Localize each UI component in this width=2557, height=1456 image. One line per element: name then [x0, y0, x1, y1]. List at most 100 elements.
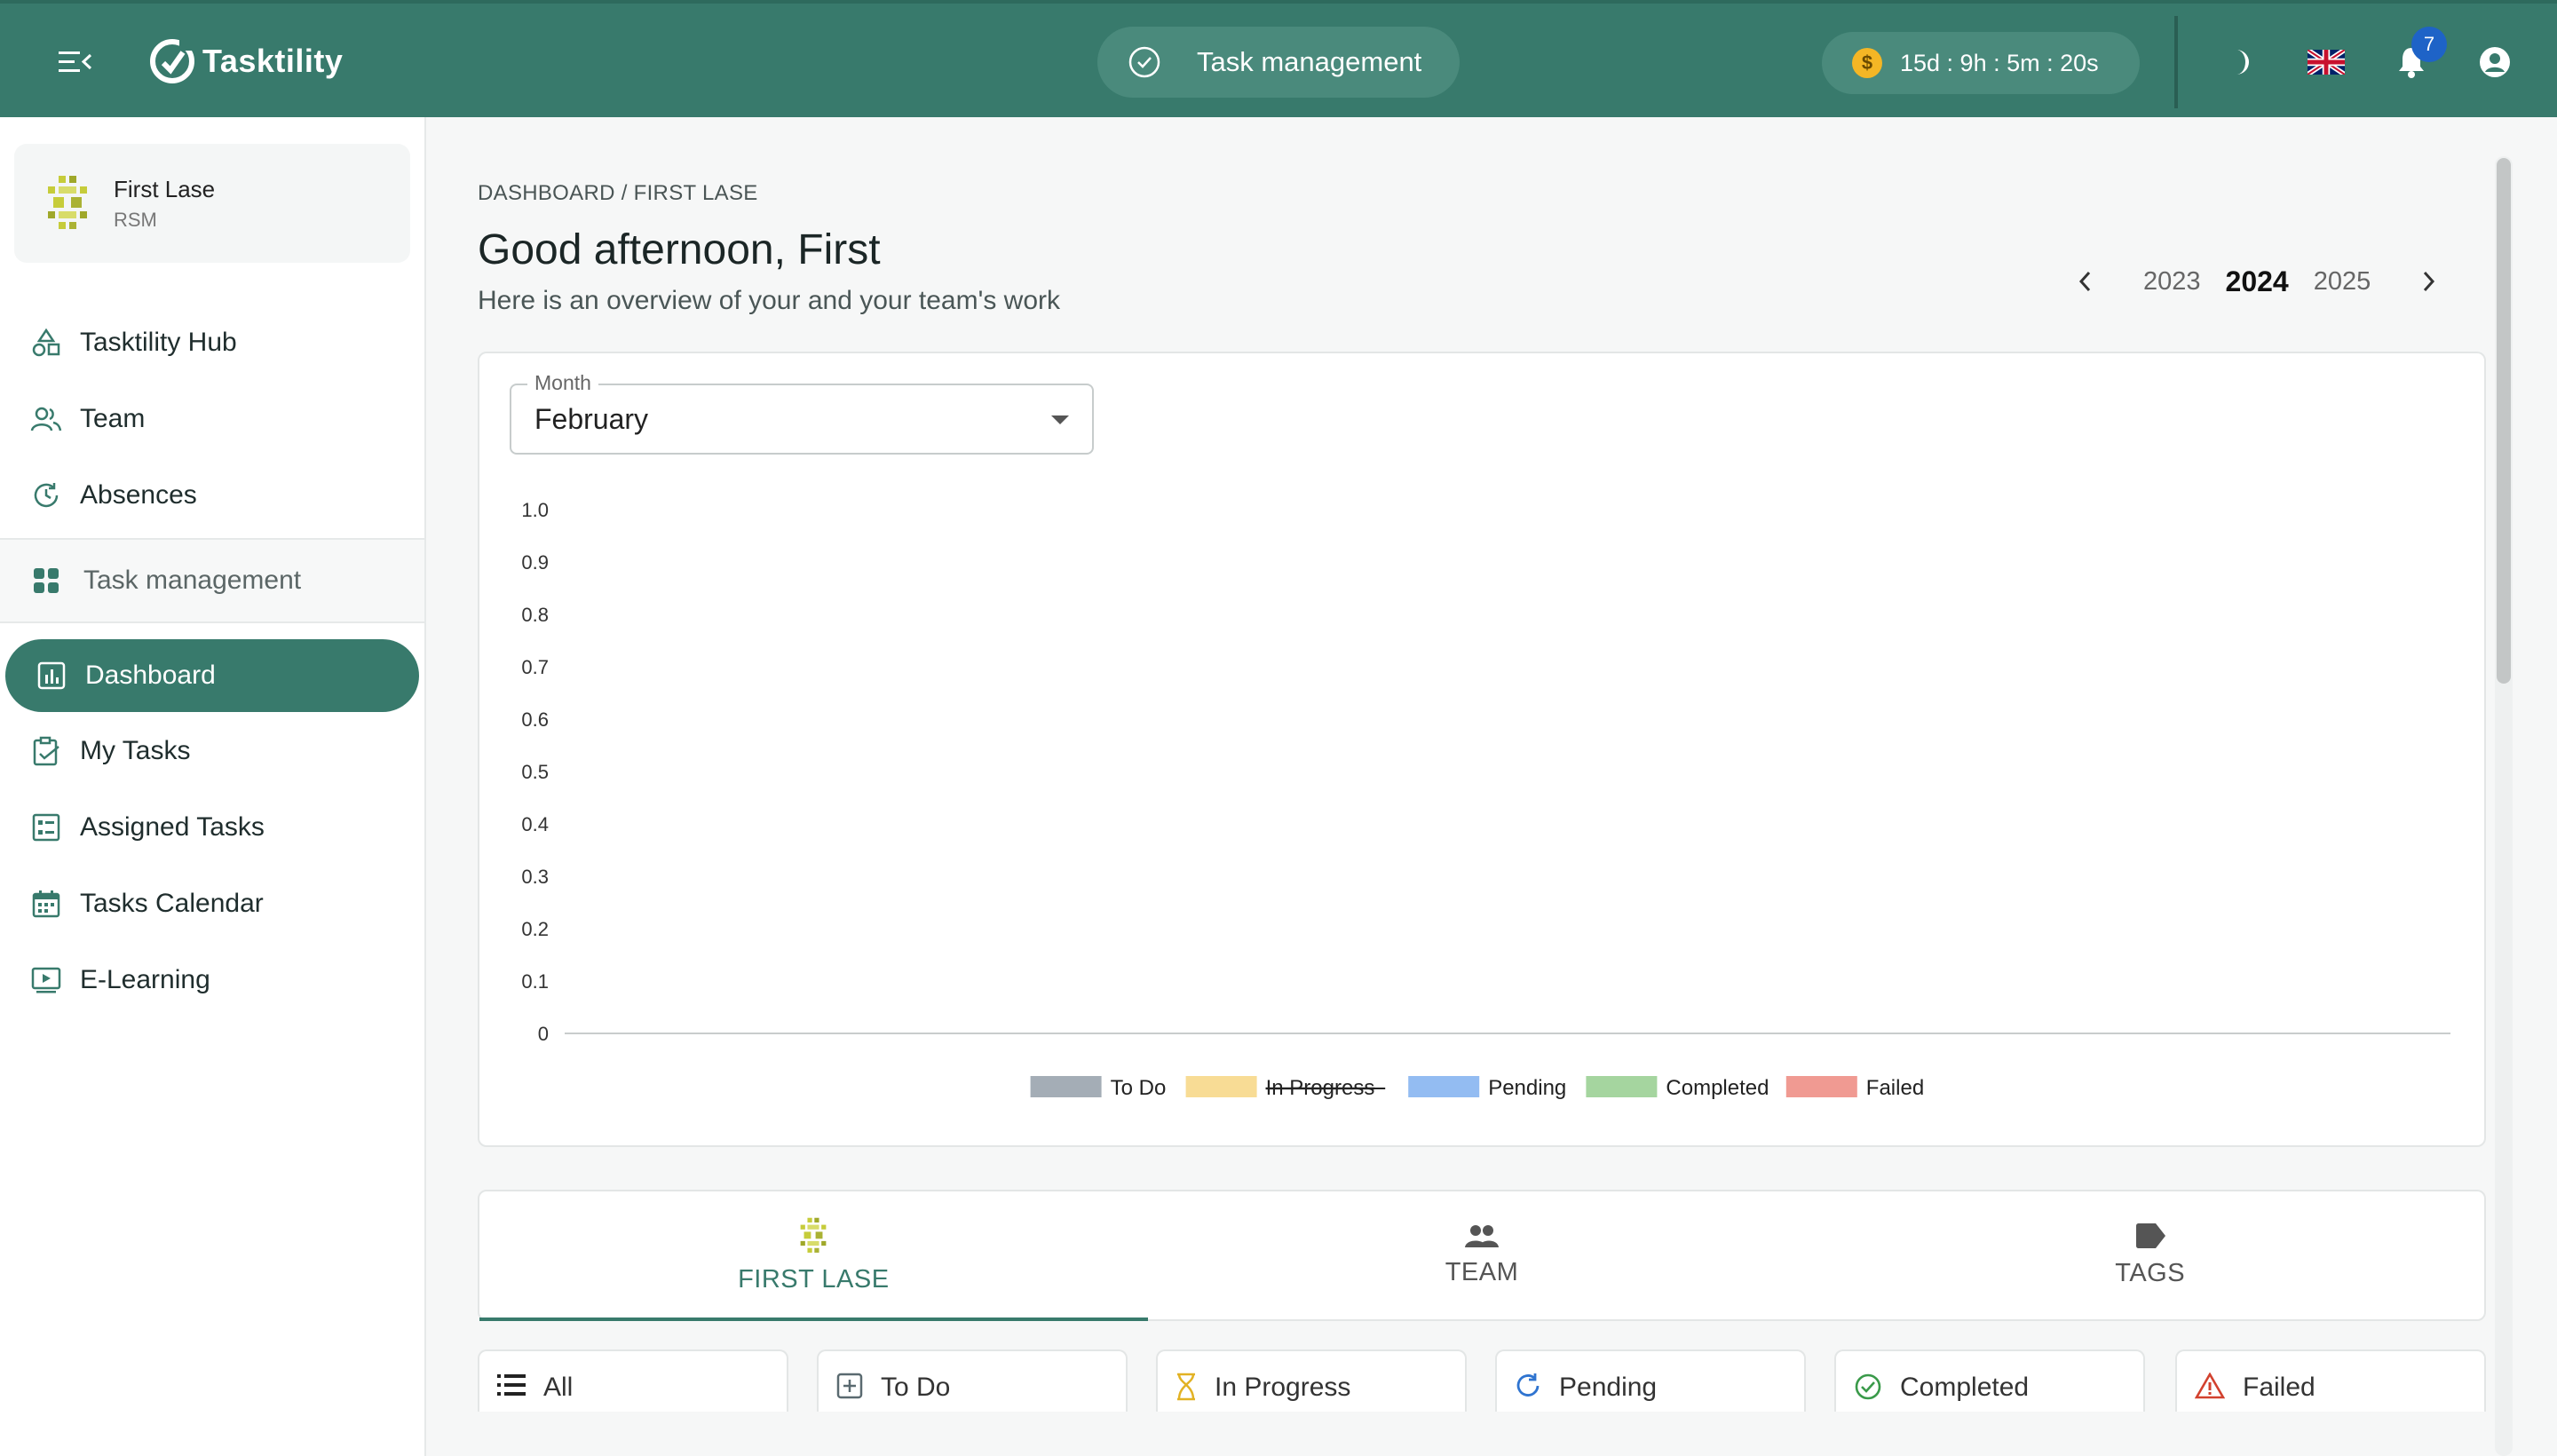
- clipboard-check-icon: [28, 733, 64, 769]
- dashboard-tabs: FIRST LASE TEAM TAGS: [478, 1190, 2486, 1321]
- sidebar-item-label: Assigned Tasks: [80, 812, 265, 842]
- sidebar-item-label: Tasktility Hub: [80, 328, 237, 357]
- tab-label: TEAM: [1445, 1257, 1519, 1286]
- module-label: Task management: [1197, 46, 1422, 77]
- sidebar-item-tasktility-hub[interactable]: Tasktility Hub: [28, 316, 237, 369]
- year-option-2024[interactable]: 2024: [2213, 265, 2301, 298]
- menu-collapse-icon[interactable]: [59, 48, 94, 76]
- legend-label: To Do: [1111, 1076, 1167, 1100]
- logo-mark-icon: [150, 38, 194, 83]
- group-icon: [1465, 1224, 1499, 1247]
- uk-flag-icon[interactable]: [2307, 43, 2346, 82]
- profile-card[interactable]: First Lase RSM: [14, 144, 410, 263]
- sidebar-item-absences[interactable]: Absences: [28, 469, 197, 522]
- sidebar: First Lase RSM Tasktility Hub Team Absen…: [0, 117, 426, 1456]
- chevron-right-icon[interactable]: [2408, 261, 2449, 302]
- refresh-icon: [1516, 1373, 1540, 1397]
- warning-icon: [2195, 1373, 2225, 1399]
- history-icon: [28, 478, 64, 513]
- legend-label: Failed: [1866, 1076, 1924, 1100]
- y-tick-label: 0.4: [521, 813, 549, 835]
- y-tick-label: 0.3: [521, 866, 549, 888]
- page-subtitle: Here is an overview of your and your tea…: [478, 286, 1061, 315]
- module-switcher[interactable]: Task management: [1097, 27, 1460, 98]
- sidebar-item-label: Team: [80, 404, 146, 433]
- year-selector: 2023 2024 2025: [2065, 259, 2449, 304]
- calendar-icon: [28, 886, 64, 922]
- legend-item[interactable]: To Do: [1030, 1076, 1167, 1100]
- page-title: Good afternoon, First: [478, 226, 881, 273]
- sidebar-item-my-tasks[interactable]: My Tasks: [28, 724, 190, 778]
- filter-label: To Do: [881, 1373, 951, 1402]
- legend-swatch: [1185, 1076, 1257, 1097]
- breadcrumb: DASHBOARD / FIRST LASE: [478, 181, 758, 205]
- y-tick-label: 0.8: [521, 604, 549, 626]
- chevron-left-icon[interactable]: [2065, 261, 2106, 302]
- profile-name: First Lase: [114, 175, 216, 202]
- scrollbar-thumb[interactable]: [2497, 158, 2511, 684]
- filter-label: All: [543, 1373, 574, 1402]
- check-circle-icon: [1128, 46, 1160, 78]
- year-option-2025[interactable]: 2025: [2301, 267, 2384, 297]
- tasks-bar-chart: 1.0 0.9 0.8 0.7 0.6 0.5 0.4 0.3 0.2 0.1 0 To Do In P…: [521, 499, 2450, 1100]
- notification-badge: 7: [2411, 27, 2447, 62]
- account-circle-icon[interactable]: [2475, 43, 2514, 82]
- legend-swatch: [1408, 1076, 1480, 1097]
- tab-team[interactable]: TEAM: [1148, 1191, 1817, 1319]
- sidebar-section-task-management[interactable]: Task management: [0, 538, 424, 623]
- list-board-icon: [28, 810, 64, 845]
- content-fade: [428, 1412, 2557, 1456]
- app-logo[interactable]: Tasktility: [147, 36, 343, 87]
- timer-value: 15d : 9h : 5m : 20s: [1900, 49, 2099, 76]
- legend-swatch: [1030, 1076, 1102, 1097]
- y-tick-label: 0.5: [521, 761, 549, 783]
- top-bar: Tasktility Task management $ 15d : 9h : …: [0, 0, 2557, 117]
- y-tick-label: 0.7: [521, 656, 549, 678]
- sidebar-item-label: Dashboard: [85, 661, 216, 690]
- filter-label: Completed: [1900, 1373, 2030, 1402]
- profile-role: RSM: [114, 208, 157, 231]
- sidebar-item-assigned-tasks[interactable]: Assigned Tasks: [28, 801, 265, 854]
- sidebar-item-label: Tasks Calendar: [80, 889, 264, 918]
- tasks-chart-card: Month February 1.0 0.9 0.8 0.7 0.6 0.5 0.4 0.3 0…: [478, 352, 2486, 1147]
- sidebar-item-label: My Tasks: [80, 736, 191, 765]
- legend-label: Completed: [1666, 1076, 1769, 1100]
- legend-item[interactable]: Failed: [1785, 1076, 1924, 1100]
- y-tick-label: 0.1: [521, 970, 549, 993]
- grid-icon: [28, 563, 64, 598]
- legend-swatch: [1586, 1076, 1658, 1097]
- check-circle-icon: [1855, 1373, 1881, 1400]
- y-tick-label: 1.0: [521, 499, 549, 521]
- legend-label: Pending: [1488, 1076, 1566, 1100]
- legend-item[interactable]: Pending: [1408, 1076, 1566, 1100]
- balance-timer: $ 15d : 9h : 5m : 20s: [1822, 32, 2140, 94]
- y-tick-label: 0.9: [521, 551, 549, 574]
- y-tick-label: 0.2: [521, 918, 549, 940]
- shapes-icon: [28, 325, 64, 360]
- y-tick-label: 0.6: [521, 708, 549, 731]
- top-divider: [2174, 16, 2178, 108]
- plus-box-icon: [836, 1373, 863, 1399]
- legend-item[interactable]: Completed: [1586, 1076, 1769, 1100]
- sidebar-item-e-learning[interactable]: E-Learning: [28, 954, 210, 1007]
- sidebar-item-label: E-Learning: [80, 965, 210, 994]
- sidebar-item-tasks-calendar[interactable]: Tasks Calendar: [28, 877, 264, 930]
- legend-swatch: [1785, 1076, 1857, 1097]
- avatar: [48, 176, 87, 229]
- tab-tags[interactable]: TAGS: [1816, 1191, 2484, 1319]
- legend-item[interactable]: In Progress: [1185, 1076, 1386, 1100]
- app-name: Tasktility: [202, 43, 344, 79]
- tab-first-lase[interactable]: FIRST LASE: [479, 1191, 1148, 1321]
- tag-icon: [2135, 1223, 2165, 1248]
- filter-label: In Progress: [1215, 1373, 1351, 1402]
- y-tick-label: 0: [538, 1023, 549, 1045]
- filter-label: Failed: [2243, 1373, 2316, 1402]
- year-option-2023[interactable]: 2023: [2131, 267, 2213, 297]
- play-screen-icon: [28, 962, 64, 998]
- sidebar-item-dashboard[interactable]: Dashboard: [5, 639, 419, 712]
- people-icon: [28, 401, 64, 437]
- tab-label: FIRST LASE: [738, 1264, 890, 1294]
- dark-mode-toggle-icon[interactable]: [2221, 43, 2260, 82]
- sidebar-item-team[interactable]: Team: [28, 392, 145, 446]
- bar-chart-icon: [34, 658, 69, 693]
